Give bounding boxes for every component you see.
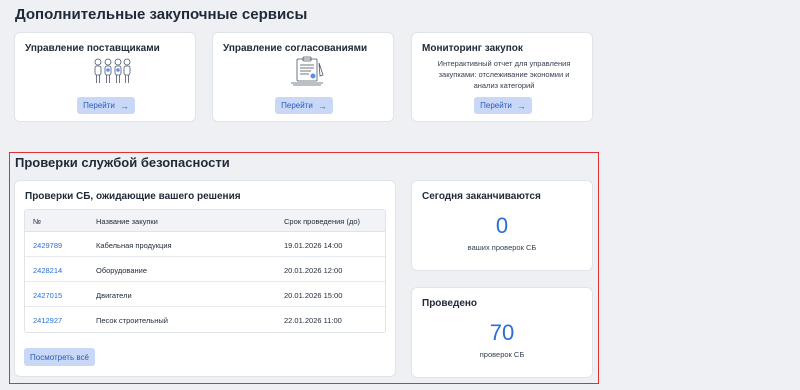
check-id-link[interactable]: 2412927 <box>33 316 62 325</box>
column-header-number: № <box>33 217 42 226</box>
ending-today-caption: ваших проверок СБ <box>467 243 537 252</box>
procurement-monitoring-go-button[interactable]: Перейти → <box>474 97 532 114</box>
supplier-management-title: Управление поставщиками <box>25 43 160 54</box>
pending-checks-table: № Название закупки Срок проведения (до) … <box>24 209 386 333</box>
ending-today-count: 0 <box>495 213 509 238</box>
table-row: 2412927 Песок строительный 22.01.2026 11… <box>25 307 385 332</box>
deadline: 20.01.2026 15:00 <box>284 291 343 300</box>
check-id-link[interactable]: 2429789 <box>33 241 62 250</box>
supplier-management-card: Управление поставщиками Перейти → <box>14 32 196 122</box>
deadline: 22.01.2026 11:00 <box>284 316 342 325</box>
arrow-right-icon: → <box>317 100 327 111</box>
go-button-label: Перейти <box>480 101 512 110</box>
column-header-name: Название закупки <box>96 217 158 226</box>
completed-checks-title: Проведено <box>422 298 478 309</box>
table-row: 2429789 Кабельная продукция 19.01.2026 1… <box>25 232 385 257</box>
approval-management-go-button[interactable]: Перейти → <box>275 97 333 114</box>
procurement-monitoring-description: Интерактивный отчет для управления закуп… <box>437 59 571 90</box>
procurement-monitoring-title: Мониторинг закупок <box>422 43 523 54</box>
check-id-link[interactable]: 2428214 <box>33 266 62 275</box>
check-id-link[interactable]: 2427015 <box>33 291 62 300</box>
go-button-label: Перейти <box>83 101 115 110</box>
table-row: 2428214 Оборудование 20.01.2026 12:00 <box>25 257 385 282</box>
services-section-title: Дополнительные закупочные сервисы <box>15 6 308 23</box>
deadline: 19.01.2026 14:00 <box>284 241 343 250</box>
approval-management-card: Управление согласованиями Перейти → <box>212 32 394 122</box>
view-all-button[interactable]: Посмотреть всё <box>24 348 95 366</box>
ending-today-card: Сегодня заканчиваются 0 ваших проверок С… <box>411 180 593 271</box>
completed-checks-caption: проверок СБ <box>479 350 525 359</box>
deadline: 20.01.2026 12:00 <box>284 266 343 275</box>
approval-management-title: Управление согласованиями <box>223 43 368 54</box>
column-header-deadline: Срок проведения (до) <box>284 217 360 226</box>
procurement-name: Оборудование <box>96 266 148 275</box>
arrow-right-icon: → <box>516 100 526 111</box>
security-section-title: Проверки службой безопасности <box>15 155 230 170</box>
table-header: № Название закупки Срок проведения (до) <box>25 210 385 232</box>
procurement-monitoring-card: Мониторинг закупок Интерактивный отчет д… <box>411 32 593 122</box>
completed-checks-card: Проведено 70 проверок СБ <box>411 287 593 378</box>
ending-today-title: Сегодня заканчиваются <box>422 191 541 202</box>
table-row: 2427015 Двигатели 20.01.2026 15:00 <box>25 282 385 307</box>
arrow-right-icon: → <box>119 100 129 111</box>
procurement-name: Двигатели <box>96 291 132 300</box>
go-button-label: Перейти <box>281 101 313 110</box>
completed-checks-count: 70 <box>489 320 515 345</box>
approval-document-icon <box>291 56 324 86</box>
procurement-name: Песок строительный <box>96 316 168 325</box>
supplier-management-go-button[interactable]: Перейти → <box>77 97 135 114</box>
pending-checks-title: Проверки СБ, ожидающие вашего решения <box>25 191 241 202</box>
suppliers-people-icon <box>94 58 131 83</box>
procurement-name: Кабельная продукция <box>96 241 172 250</box>
